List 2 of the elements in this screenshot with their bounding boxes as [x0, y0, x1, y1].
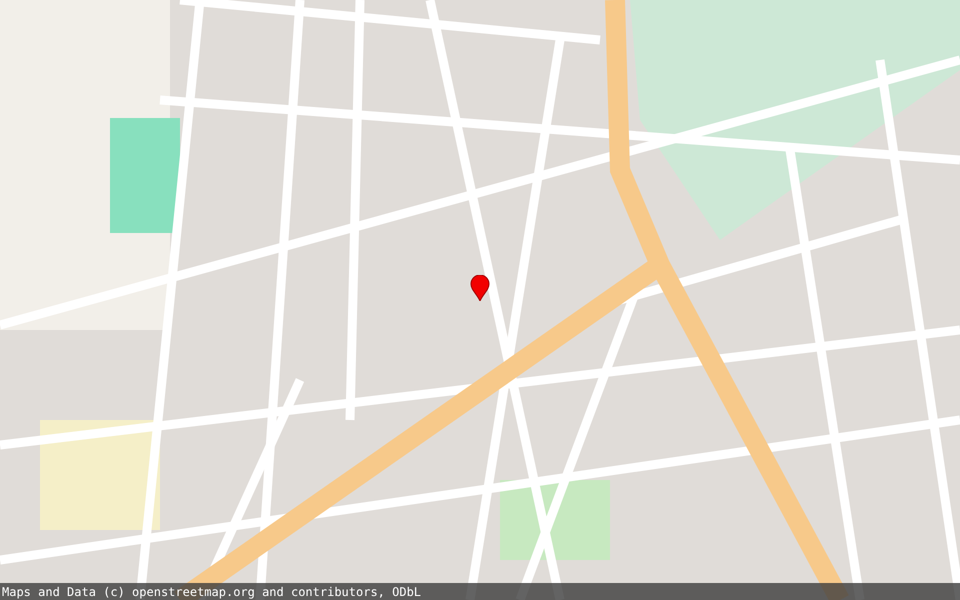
- attribution-text: Maps and Data (c) openstreetmap.org and contributors, ODbL: [2, 584, 422, 598]
- map-pin-icon[interactable]: [470, 275, 490, 301]
